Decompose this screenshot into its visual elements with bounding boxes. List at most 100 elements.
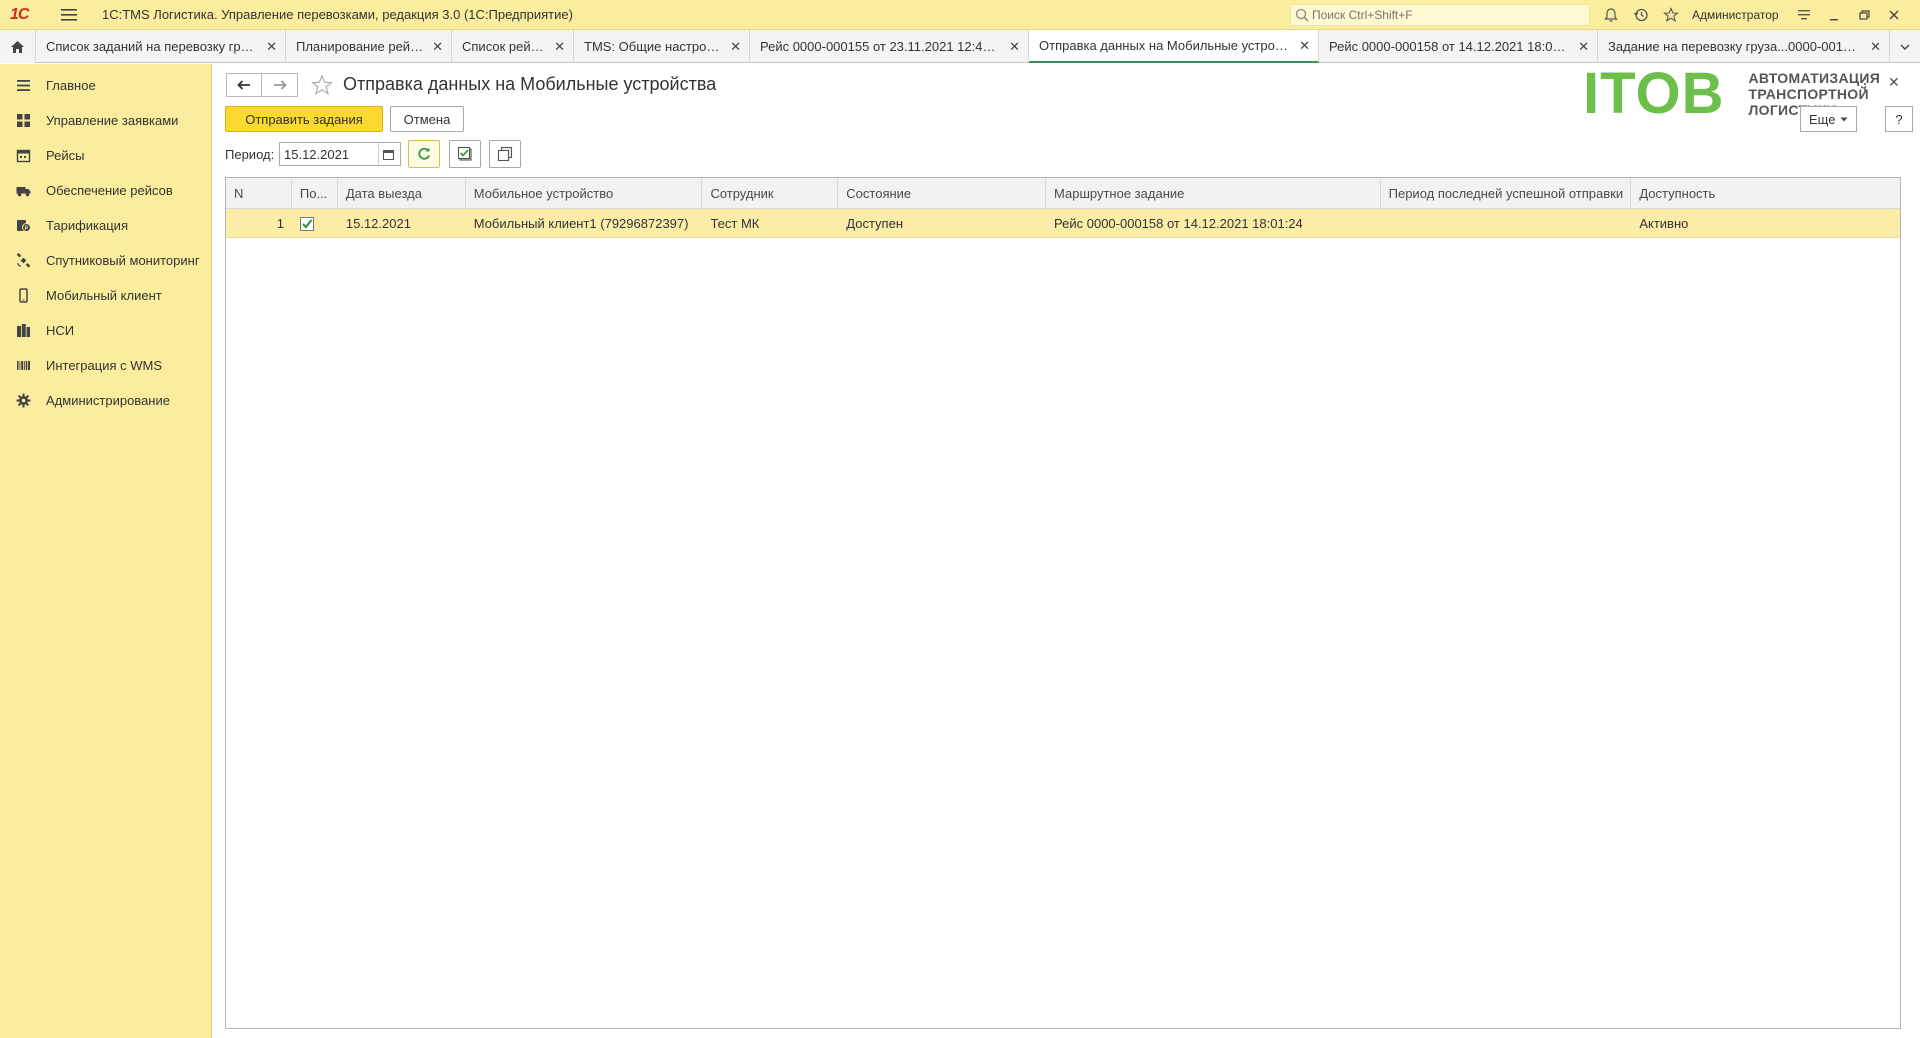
minimize-button[interactable] bbox=[1819, 0, 1849, 30]
tabs-dropdown-button[interactable] bbox=[1890, 30, 1920, 63]
sidebar-item-admin[interactable]: Администрирование bbox=[0, 383, 211, 418]
cell-send bbox=[292, 209, 338, 238]
star-icon bbox=[311, 74, 333, 95]
cell-employee: Тест МК bbox=[710, 216, 760, 231]
sidebar-item-nsi[interactable]: НСИ bbox=[0, 313, 211, 348]
tab-close-icon[interactable]: ✕ bbox=[432, 39, 443, 55]
chevron-down-icon bbox=[1840, 117, 1848, 121]
sidebar-item-mobile-client[interactable]: Мобильный клиент bbox=[0, 278, 211, 313]
tab-close-icon[interactable]: ✕ bbox=[554, 39, 565, 55]
more-button[interactable]: Еще bbox=[1800, 106, 1858, 132]
sidebar-item-trips[interactable]: Рейсы bbox=[0, 138, 211, 173]
sidebar-item-label: НСИ bbox=[46, 323, 75, 338]
devices-table[interactable]: N По... Дата выезда Мобильное устройство… bbox=[225, 177, 1901, 1029]
tab-close-icon[interactable]: ✕ bbox=[266, 39, 277, 55]
favorite-toggle[interactable] bbox=[309, 72, 335, 98]
arrow-right-icon bbox=[273, 80, 287, 90]
send-checkbox[interactable] bbox=[299, 216, 314, 231]
close-window-button[interactable] bbox=[1879, 0, 1909, 30]
tab-tasks-list[interactable]: Список заданий на перевозку груза ✕ bbox=[36, 30, 286, 63]
calendar-button[interactable] bbox=[378, 143, 398, 165]
tariff-icon: ₽ bbox=[16, 220, 31, 232]
column-header-route[interactable]: Маршрутное задание bbox=[1046, 178, 1381, 209]
books-icon bbox=[16, 324, 30, 337]
tab-trips-list[interactable]: Список рейсов ✕ bbox=[452, 30, 574, 63]
1c-logo[interactable]: 1С bbox=[10, 0, 50, 30]
column-header-n[interactable]: N bbox=[226, 178, 292, 209]
hamburger-icon bbox=[61, 8, 77, 21]
send-tasks-button[interactable]: Отправить задания bbox=[225, 106, 383, 132]
sidebar-item-tariffs[interactable]: ₽ Тарификация bbox=[0, 208, 211, 243]
tab-label: TMS: Общие настройки bbox=[584, 39, 723, 54]
tab-close-icon[interactable]: ✕ bbox=[1870, 39, 1881, 55]
tab-cargo-task[interactable]: Задание на перевозку груза...0000-001810… bbox=[1598, 30, 1890, 63]
cell-device: Мобильный клиент1 (79296872397) bbox=[473, 216, 689, 231]
logo-text: 1С bbox=[10, 5, 29, 23]
user-name[interactable]: Администратор bbox=[1692, 8, 1779, 22]
restore-icon bbox=[1858, 10, 1870, 20]
back-button[interactable] bbox=[226, 73, 262, 97]
column-header-last-period[interactable]: Период последней успешной отправки bbox=[1381, 178, 1632, 209]
cell-last-period bbox=[1381, 209, 1632, 238]
chevron-down-icon bbox=[1900, 44, 1910, 50]
period-date-field[interactable] bbox=[279, 142, 401, 166]
sidebar-item-trip-support[interactable]: Обеспечение рейсов bbox=[0, 173, 211, 208]
refresh-icon bbox=[418, 147, 430, 160]
refresh-button[interactable] bbox=[408, 140, 440, 168]
notifications-button[interactable] bbox=[1596, 0, 1626, 30]
column-header-availability[interactable]: Доступность bbox=[1631, 178, 1900, 209]
cancel-button[interactable]: Отмена bbox=[390, 106, 464, 132]
home-button[interactable] bbox=[0, 30, 36, 63]
sidebar-item-label: Мобильный клиент bbox=[46, 288, 162, 303]
tab-close-icon[interactable]: ✕ bbox=[1009, 39, 1020, 55]
global-search[interactable] bbox=[1290, 4, 1590, 26]
calendar-icon bbox=[383, 149, 394, 160]
restore-button[interactable] bbox=[1849, 0, 1879, 30]
column-header-employee[interactable]: Сотрудник bbox=[702, 178, 839, 209]
gear-icon bbox=[16, 393, 30, 408]
history-button[interactable] bbox=[1626, 0, 1656, 30]
forward-button[interactable] bbox=[262, 73, 298, 97]
tab-bar: Список заданий на перевозку груза ✕ Плани… bbox=[0, 30, 1920, 63]
title-bar: 1С 1С:TMS Логистика. Управление перевозк… bbox=[0, 0, 1920, 30]
sidebar-item-satellite[interactable]: Спутниковый мониторинг bbox=[0, 243, 211, 278]
tab-mobile-send[interactable]: Отправка данных на Мобильные устрой... ✕ bbox=[1029, 30, 1319, 63]
grid-icon bbox=[16, 114, 30, 127]
period-input[interactable] bbox=[280, 146, 378, 162]
column-header-device[interactable]: Мобильное устройство bbox=[466, 178, 703, 209]
main-menu-button[interactable] bbox=[56, 0, 82, 30]
favorites-button[interactable] bbox=[1656, 0, 1686, 30]
column-header-send[interactable]: По... bbox=[292, 178, 338, 209]
search-input[interactable] bbox=[1312, 8, 1582, 22]
tab-close-icon[interactable]: ✕ bbox=[1578, 39, 1589, 55]
form-area: Отправка данных на Мобильные устройства … bbox=[213, 64, 1920, 1038]
sidebar-item-wms[interactable]: Интеграция с WMS bbox=[0, 348, 211, 383]
tab-close-icon[interactable]: ✕ bbox=[730, 39, 741, 55]
tab-trip-158[interactable]: Рейс 0000-000158 от 14.12.2021 18:01:24 ✕ bbox=[1319, 30, 1598, 63]
sidebar-item-main[interactable]: Главное bbox=[0, 68, 211, 103]
tab-label: Планирование рейсов bbox=[296, 39, 425, 54]
tab-label: Рейс 0000-000155 от 23.11.2021 12:40:37 bbox=[760, 39, 1002, 54]
close-form-button[interactable]: ✕ bbox=[1888, 74, 1900, 91]
tab-trip-155[interactable]: Рейс 0000-000155 от 23.11.2021 12:40:37 ✕ bbox=[750, 30, 1029, 63]
minimize-icon bbox=[1829, 19, 1838, 21]
deselect-all-button[interactable] bbox=[489, 140, 521, 168]
column-header-state[interactable]: Состояние bbox=[838, 178, 1047, 209]
home-icon bbox=[11, 40, 24, 53]
tab-close-icon[interactable]: ✕ bbox=[1299, 38, 1310, 54]
arrow-left-icon bbox=[237, 80, 250, 90]
column-header-date[interactable]: Дата выезда bbox=[338, 178, 466, 209]
settings-lines-icon bbox=[1797, 10, 1810, 20]
tab-label: Список рейсов bbox=[462, 39, 547, 54]
tab-trip-planning[interactable]: Планирование рейсов ✕ bbox=[286, 30, 452, 63]
help-button[interactable]: ? bbox=[1885, 106, 1913, 132]
table-row[interactable]: 1 15.12.2021 Мобильный клиент1 (79296872… bbox=[226, 209, 1900, 238]
settings-menu-button[interactable] bbox=[1789, 0, 1819, 30]
table-header: N По... Дата выезда Мобильное устройство… bbox=[226, 178, 1900, 209]
select-all-button[interactable] bbox=[449, 140, 481, 168]
tab-tms-settings[interactable]: TMS: Общие настройки ✕ bbox=[574, 30, 750, 63]
sidebar-item-requests[interactable]: Управление заявками bbox=[0, 103, 211, 138]
form-menu-kebab-icon[interactable]: ⋮ bbox=[1857, 74, 1873, 94]
sidebar-item-label: Интеграция с WMS bbox=[46, 358, 163, 373]
checkmark-icon bbox=[302, 218, 313, 229]
